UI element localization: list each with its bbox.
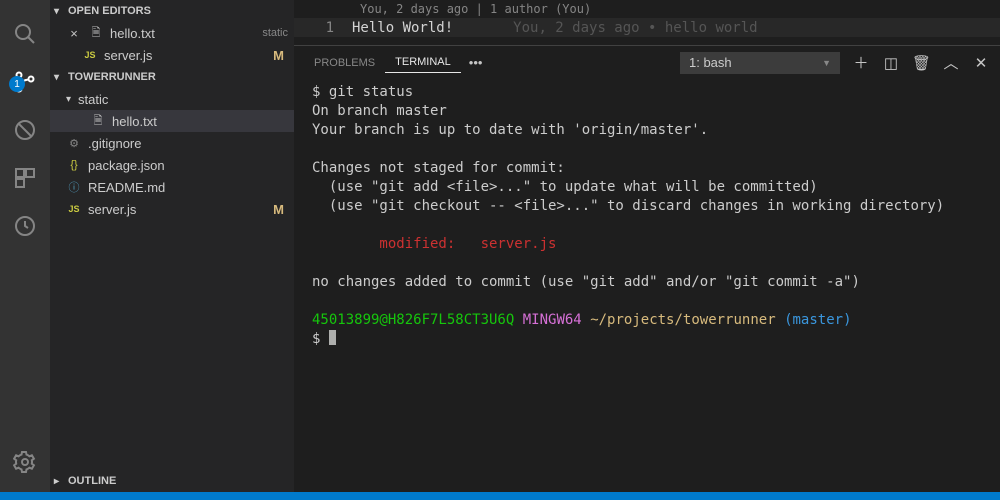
outline-title: OUTLINE	[68, 475, 116, 487]
panel-tabbar: Problems Terminal ••• 1: bash▼ ＋ ◫ 🗑 ︿ ✕	[294, 46, 1000, 79]
file-gitignore[interactable]: ⚙ .gitignore	[50, 132, 294, 154]
terminal-output[interactable]: $ git status On branch master Your branc…	[294, 79, 1000, 492]
kill-terminal-icon[interactable]: 🗑	[912, 54, 930, 72]
js-icon: JS	[82, 47, 98, 63]
main-area: You, 2 days ago | 1 author (You) 1 Hello…	[294, 0, 1000, 492]
file-icon: 🗎	[90, 113, 106, 129]
tab-overflow[interactable]: •••	[461, 55, 491, 70]
sidebar: ▾OPEN EDITORS × 🗎 hello.txt static JS se…	[50, 0, 294, 492]
tab-terminal[interactable]: Terminal	[385, 52, 461, 73]
gear-icon: ⚙	[66, 135, 82, 151]
line-number: 1	[294, 20, 352, 36]
debug-icon[interactable]	[0, 106, 50, 154]
info-icon: ⓘ	[66, 179, 82, 195]
extensions-icon[interactable]	[0, 154, 50, 202]
terminal-select[interactable]: 1: bash▼	[680, 52, 840, 74]
settings-icon[interactable]	[0, 438, 50, 486]
close-icon[interactable]: ×	[66, 25, 82, 41]
file-package-json[interactable]: {} package.json	[50, 154, 294, 176]
history-icon[interactable]	[0, 202, 50, 250]
source-control-icon[interactable]	[0, 58, 50, 106]
maximize-panel-icon[interactable]: ︿	[942, 52, 960, 73]
file-server-js[interactable]: JS server.js M	[50, 198, 294, 220]
activity-bar: 1	[0, 0, 50, 492]
open-editors-header[interactable]: ▾OPEN EDITORS	[50, 0, 294, 22]
folder-static[interactable]: ▾ static	[50, 88, 294, 110]
open-editors-title: OPEN EDITORS	[68, 5, 151, 17]
workspace-header[interactable]: ▾TOWERRUNNER	[50, 66, 294, 88]
close-panel-icon[interactable]: ✕	[972, 54, 990, 72]
file-hello[interactable]: 🗎 hello.txt	[50, 110, 294, 132]
search-icon[interactable]	[0, 10, 50, 58]
workspace-title: TOWERRUNNER	[68, 71, 156, 83]
codelens[interactable]: You, 2 days ago | 1 author (You)	[294, 0, 1000, 18]
git-blame: You, 2 days ago • hello world	[513, 20, 757, 36]
file-icon: 🗎	[88, 25, 104, 41]
braces-icon: {}	[66, 157, 82, 173]
tab-problems[interactable]: Problems	[304, 53, 385, 73]
split-terminal-icon[interactable]: ◫	[882, 54, 900, 72]
file-readme[interactable]: ⓘ README.md	[50, 176, 294, 198]
code-text: Hello World!	[352, 20, 453, 36]
chevron-down-icon: ▼	[822, 58, 831, 68]
chevron-down-icon: ▾	[66, 94, 78, 105]
terminal-cursor	[329, 330, 336, 345]
status-bar[interactable]	[0, 492, 1000, 500]
js-icon: JS	[66, 201, 82, 217]
editor-tab-server[interactable]: JS server.js M	[50, 44, 294, 66]
new-terminal-icon[interactable]: ＋	[852, 52, 870, 73]
editor[interactable]: You, 2 days ago | 1 author (You) 1 Hello…	[294, 0, 1000, 45]
outline-header[interactable]: ▸OUTLINE	[50, 470, 294, 492]
code-line-1[interactable]: 1 Hello World! You, 2 days ago • hello w…	[294, 18, 1000, 37]
scm-badge: 1	[9, 76, 25, 92]
bottom-panel: Problems Terminal ••• 1: bash▼ ＋ ◫ 🗑 ︿ ✕…	[294, 45, 1000, 492]
editor-tab-hello[interactable]: × 🗎 hello.txt static	[50, 22, 294, 44]
